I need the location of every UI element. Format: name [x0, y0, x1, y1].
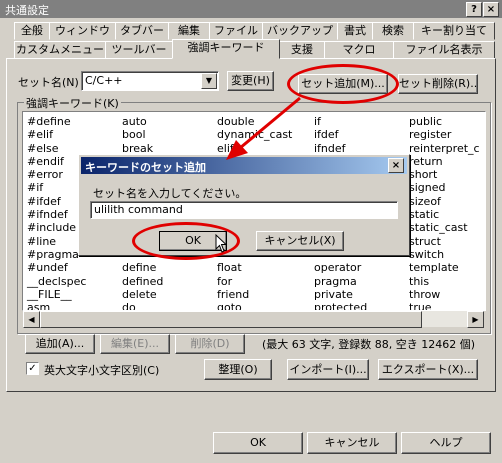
annotation-arrow [226, 96, 301, 160]
mouse-cursor-icon [215, 234, 228, 253]
